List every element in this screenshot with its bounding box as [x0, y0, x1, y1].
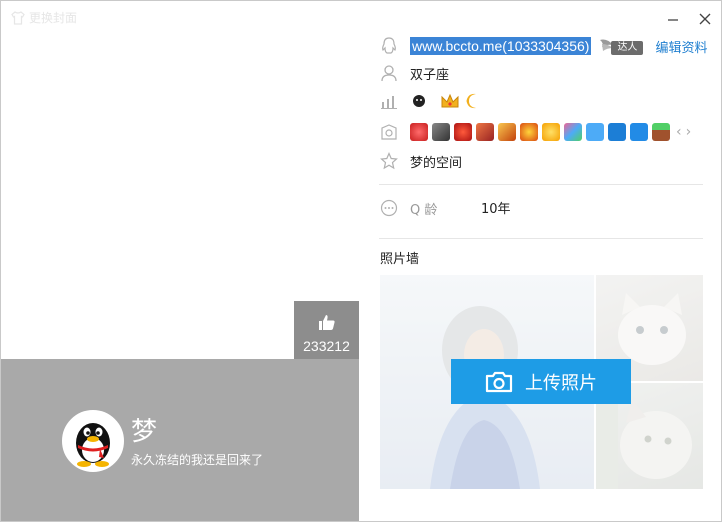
heart-badge-icon[interactable] [410, 123, 428, 141]
zodiac-text: 双子座 [410, 67, 450, 83]
profile-window: 更换封面 233212 梦 永久冻结的我还是回来了 www.bccto.me(1… [0, 0, 722, 522]
qq-icon [379, 36, 399, 56]
row-qq-id: www.bccto.me(1033304356) 达人 编辑资料 [379, 36, 707, 56]
app-badge-icon[interactable] [564, 123, 582, 141]
sword-badge-icon[interactable] [498, 123, 516, 141]
row-level [379, 91, 482, 111]
mail-badge-icon[interactable] [608, 123, 626, 141]
moon-level-icon [466, 93, 476, 109]
gem-badge-icon[interactable] [454, 123, 472, 141]
qage-value: 10年 [481, 202, 511, 217]
edit-profile-link[interactable]: 编辑资料 [655, 37, 707, 56]
space-link[interactable]: 梦的空间 [410, 152, 462, 171]
row-space: 梦的空间 [379, 151, 462, 171]
like-button[interactable]: 233212 [294, 301, 359, 359]
minimize-icon [668, 19, 678, 21]
upload-photo-button[interactable]: 上传照片 [451, 359, 631, 404]
more-icon [379, 198, 399, 218]
prev-arrow-icon[interactable]: ‹ [676, 124, 682, 140]
level-icons[interactable] [410, 92, 482, 110]
camera-badge-icon[interactable] [586, 123, 604, 141]
level-icon [379, 91, 399, 111]
row-qage: Q 龄 [379, 198, 437, 218]
signature[interactable]: 永久冻结的我还是回来了 [131, 451, 263, 468]
vip-tag: 达人 [611, 41, 644, 55]
close-icon [699, 13, 711, 25]
star-badge-icon[interactable] [542, 123, 560, 141]
divider [379, 184, 703, 185]
qq-penguin-avatar [64, 412, 122, 470]
cover-area: 更换封面 233212 [1, 1, 359, 359]
camera-icon [485, 371, 513, 392]
sun-level-icon [413, 95, 425, 107]
next-arrow-icon[interactable]: › [686, 124, 692, 140]
row-badges: ‹ › [379, 122, 691, 142]
star-icon [379, 151, 399, 171]
change-cover-label: 更换封面 [29, 11, 78, 25]
shield-badge-icon[interactable] [630, 123, 648, 141]
game-badge-icon[interactable] [476, 123, 494, 141]
flame-badge-icon[interactable] [520, 123, 538, 141]
profile-header [1, 359, 359, 521]
qage-label: Q 龄 [410, 202, 438, 218]
photo-wall-title: 照片墙 [380, 252, 420, 267]
crown-level-icon [441, 93, 459, 108]
minimize-button[interactable] [665, 11, 681, 27]
diamond-badge-icon[interactable] [432, 123, 450, 141]
close-button[interactable] [697, 11, 713, 27]
badge-pager: ‹ › [676, 124, 691, 140]
plant-badge-icon[interactable] [652, 123, 670, 141]
nickname: 梦 [131, 417, 158, 447]
qq-id-text[interactable]: www.bccto.me(1033304356) [410, 36, 592, 55]
row-zodiac: 双子座 [379, 63, 449, 83]
thumb-up-icon [318, 315, 335, 330]
change-cover-button[interactable]: 更换封面 [11, 9, 77, 26]
shirt-icon [11, 10, 25, 25]
vip-badge[interactable]: 达人 [599, 36, 644, 56]
badge-icon [379, 122, 399, 142]
badge-icons [410, 123, 670, 141]
like-count: 233212 [303, 338, 350, 354]
upload-photo-label: 上传照片 [525, 372, 597, 393]
user-icon [379, 63, 399, 83]
avatar[interactable] [62, 410, 124, 472]
divider [379, 238, 703, 239]
